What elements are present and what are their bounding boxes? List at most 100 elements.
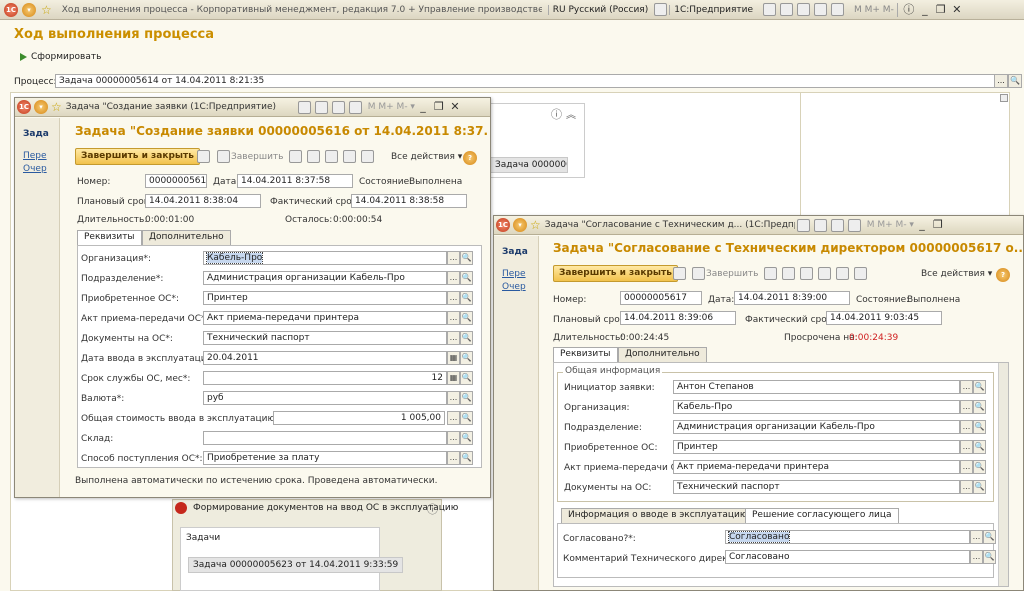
help-icon[interactable]: ? [463, 151, 477, 165]
tab-requisites[interactable]: Реквизиты [77, 230, 142, 246]
search-icon[interactable]: 🔍 [460, 271, 473, 285]
minus-icon[interactable] [343, 150, 356, 163]
copy-icon[interactable] [797, 3, 811, 16]
save-icon[interactable] [197, 150, 210, 163]
field-input[interactable] [203, 431, 447, 445]
minimize-icon[interactable]: _ [917, 3, 933, 17]
report-icon[interactable] [800, 267, 813, 280]
search-icon[interactable]: 🔍 [460, 351, 473, 365]
1c-logo-icon[interactable]: 1С [496, 218, 510, 232]
search-icon[interactable]: 🔍 [973, 380, 986, 394]
calculator-icon[interactable] [814, 3, 828, 16]
memory-icon[interactable]: M M+ M- ▾ [867, 220, 914, 230]
select-button[interactable]: ... [447, 251, 460, 265]
field-input[interactable]: Администрация организации Кабель-Про [673, 420, 960, 434]
save-icon[interactable] [314, 100, 328, 114]
finish-and-close-button[interactable]: Завершить и закрыть [75, 148, 200, 165]
select-button[interactable]: ... [447, 331, 460, 345]
field-input[interactable]: Технический паспорт [673, 480, 960, 494]
menu-dropdown-icon[interactable]: ▾ [22, 2, 36, 17]
info-icon[interactable]: ⓘ [427, 501, 438, 517]
memory-icon[interactable]: M M+ M- [854, 5, 894, 15]
field-input[interactable]: 12 [203, 371, 447, 385]
select-button[interactable]: ... [447, 411, 460, 425]
info-icon[interactable]: ⓘ [551, 106, 562, 122]
favorites-star-icon[interactable]: ☆ [41, 3, 52, 17]
agreed-select-button[interactable]: ... [970, 530, 983, 544]
process-field[interactable]: Задача 00000005614 от 14.04.2011 8:21:35 [55, 74, 995, 88]
save-icon[interactable] [813, 218, 827, 232]
field-input[interactable]: Акт приема-передачи принтера [673, 460, 960, 474]
field-input[interactable]: 1 005,00 [273, 411, 445, 425]
link-icon[interactable] [796, 218, 810, 232]
select-button[interactable]: ... [447, 431, 460, 445]
complete-button[interactable]: Завершить [231, 152, 283, 162]
search-icon[interactable]: 🔍 [460, 431, 473, 445]
search-icon[interactable]: 🔍 [460, 371, 473, 385]
field-input[interactable]: Администрация организации Кабель-Про [203, 271, 447, 285]
search-icon[interactable]: 🔍 [460, 411, 473, 425]
restore-icon[interactable]: ❐ [933, 3, 949, 17]
link-icon[interactable] [297, 100, 311, 114]
nav-item-queue[interactable]: Очер [15, 164, 59, 177]
field-input[interactable]: Кабель-Про [673, 400, 960, 414]
export-icon[interactable] [361, 150, 374, 163]
select-button[interactable]: ... [960, 380, 973, 394]
restore-icon[interactable]: ❐ [930, 218, 946, 232]
tab-additional[interactable]: Дополнительно [142, 230, 231, 245]
memory-icon[interactable]: M M+ M- ▾ [368, 102, 415, 112]
calendar-icon[interactable] [348, 100, 362, 114]
form-button[interactable]: Сформировать [20, 52, 101, 62]
save-icon[interactable] [673, 267, 686, 280]
field-input[interactable]: Принтер [203, 291, 447, 305]
select-button[interactable]: ... [447, 391, 460, 405]
favorites-star-icon[interactable]: ☆ [530, 218, 541, 232]
nav-item-queue[interactable]: Очер [494, 282, 538, 295]
select-button[interactable]: ... [447, 271, 460, 285]
all-actions-menu[interactable]: Все действия ▾ [391, 152, 462, 162]
search-icon[interactable]: 🔍 [973, 400, 986, 414]
task-item[interactable]: Задача 00000005615 от 14.04.2011 9:03:58 [490, 157, 568, 173]
favorites-star-icon[interactable]: ☆ [51, 100, 62, 114]
report-icon[interactable] [325, 150, 338, 163]
search-icon[interactable]: 🔍 [460, 251, 473, 265]
print-icon[interactable] [780, 3, 794, 16]
plan-date-field[interactable]: 14.04.2011 8:39:06 [620, 311, 736, 325]
comment-field[interactable]: Согласовано [725, 550, 970, 564]
fact-date-field[interactable]: 14.04.2011 9:03:45 [826, 311, 942, 325]
print-icon[interactable] [854, 267, 867, 280]
field-input[interactable]: Технический паспорт [203, 331, 447, 345]
field-input[interactable]: руб [203, 391, 447, 405]
save-icon[interactable] [763, 3, 777, 16]
1c-logo-icon[interactable]: 1С [4, 2, 18, 17]
collapse-icon[interactable]: ︽ [566, 106, 576, 121]
nav-item-goto[interactable]: Пере [15, 148, 59, 164]
search-icon[interactable]: 🔍 [460, 331, 473, 345]
select-button[interactable]: ... [447, 451, 460, 465]
structure-icon[interactable] [307, 150, 320, 163]
select-button[interactable]: ... [960, 460, 973, 474]
nav-item-task[interactable]: Зада [15, 126, 59, 142]
tab-requisites[interactable]: Реквизиты [553, 347, 618, 363]
field-input[interactable]: Акт приема-передачи принтера [203, 311, 447, 325]
scroll-up-button[interactable] [1000, 94, 1008, 102]
scrollbar[interactable] [998, 363, 1008, 586]
process-select-button[interactable]: ... [994, 74, 1008, 88]
close-icon[interactable]: ✕ [447, 100, 463, 114]
select-button[interactable]: ... [960, 400, 973, 414]
search-icon[interactable]: 🔍 [460, 311, 473, 325]
fact-date-field[interactable]: 14.04.2011 8:38:58 [351, 194, 467, 208]
finish-and-close-button[interactable]: Завершить и закрыть [553, 265, 678, 282]
search-icon[interactable]: 🔍 [973, 460, 986, 474]
search-icon[interactable]: 🔍 [460, 391, 473, 405]
field-input[interactable]: 20.04.2011 [203, 351, 447, 365]
process-search-icon[interactable]: 🔍 [1008, 74, 1022, 88]
search-icon[interactable]: 🔍 [460, 451, 473, 465]
document-icon[interactable] [764, 267, 777, 280]
language-indicator[interactable]: RU Русский (Россия) [547, 4, 652, 15]
comment-select-button[interactable]: ... [970, 550, 983, 564]
calendar-icon[interactable]: ▦ [447, 371, 460, 385]
agreed-search-icon[interactable]: 🔍 [983, 530, 996, 544]
calculator-icon[interactable] [830, 218, 844, 232]
minimize-icon[interactable]: _ [914, 218, 930, 232]
